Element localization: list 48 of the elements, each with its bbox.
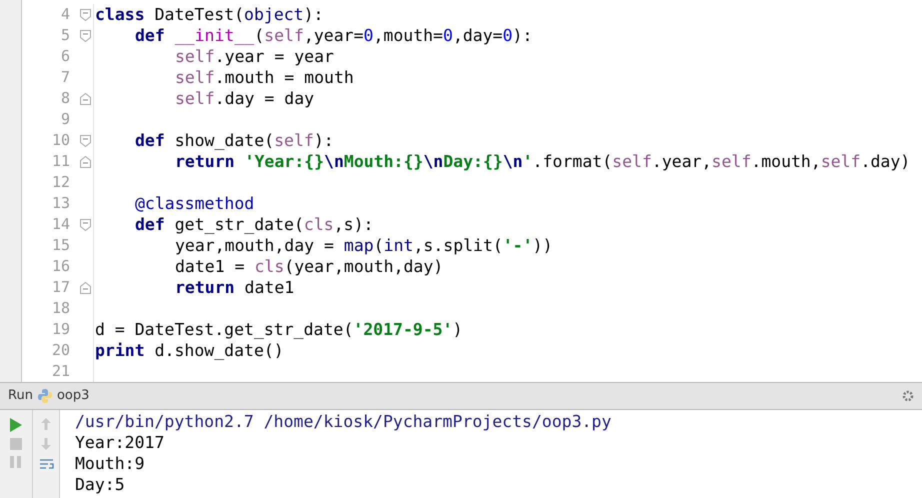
line-number: 8 [60,88,71,109]
line-number: 7 [60,67,71,88]
output-line: Mouth:9 [75,453,146,474]
line-number: 19 [50,319,71,340]
fold-icon[interactable] [80,282,91,294]
python-icon [36,388,53,404]
code-line: self.year = year [175,47,334,66]
code-line: def get_str_date(cls,s): [135,215,374,234]
line-number: 10 [50,130,71,151]
output-line: Year:2017 [75,432,166,453]
code-line: self.mouth = mouth [175,68,354,87]
output-line: Day:5 [75,474,126,495]
code-line: return 'Year:{}\nMouth:{}\nDay:{}\n'.format(self.year,self.mouth,self.day) [175,152,910,171]
code-line: class DateTest(object): [95,5,324,24]
line-number: 21 [50,361,71,382]
code-line: print d.show_date() [95,341,284,360]
code-line: d = DateTest.get_str_date('2017-9-5') [95,320,463,339]
code-line: date1 = cls(year,mouth,day) [175,257,444,276]
line-number: 9 [60,109,71,130]
run-config-name[interactable]: oop3 [56,386,90,406]
code-line: @classmethod [135,194,254,213]
command-line: /usr/bin/python2.7 /home/kiosk/PycharmProjects/oop3.py [75,411,612,432]
line-number: 6 [60,46,71,67]
line-number: 4 [60,4,71,25]
line-number: 5 [60,25,71,46]
code-line: def __init__(self,year=0,mouth=0,day=0): [135,26,532,45]
line-number: 13 [50,193,71,214]
code-line: return date1 [175,278,294,297]
line-number: 18 [50,298,71,319]
line-number: 15 [50,235,71,256]
code-line: year,mouth,day = map(int,s.split('-')) [175,236,553,255]
line-number: 11 [50,151,71,172]
line-number: 17 [50,277,71,298]
fold-icon[interactable] [80,8,91,20]
fold-icon[interactable] [80,30,91,42]
line-number: 12 [50,172,71,193]
fold-icon[interactable] [80,156,91,168]
line-number: 16 [50,256,71,277]
fold-icon[interactable] [80,218,91,230]
fold-icon[interactable] [80,134,91,146]
settings-icon[interactable] [902,390,914,402]
line-number: 14 [50,214,71,235]
fold-icon[interactable] [80,92,91,104]
run-icon[interactable] [10,418,22,432]
code-line: def show_date(self): [135,131,334,150]
line-number: 20 [50,340,71,361]
run-label: Run [8,387,33,406]
code-line: self.day = day [175,89,314,108]
